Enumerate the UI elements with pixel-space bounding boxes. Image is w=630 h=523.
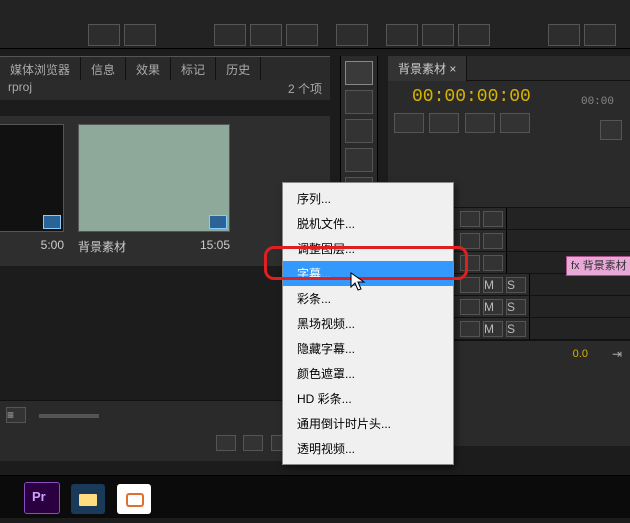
track-toggle[interactable] — [460, 211, 480, 227]
project-item[interactable]: 5:00 — [0, 124, 64, 252]
snap-button[interactable] — [394, 113, 424, 133]
mute-button[interactable]: M — [483, 299, 503, 315]
sequence-buttons — [388, 113, 630, 141]
clip-label: 背景素材 — [78, 240, 126, 254]
marker-button[interactable] — [465, 113, 495, 133]
track-toggle[interactable] — [460, 233, 480, 249]
taskbar-premiere-icon[interactable] — [24, 482, 60, 514]
track-toggle[interactable] — [460, 299, 480, 315]
wrench-icon[interactable] — [600, 120, 622, 140]
new-bin-icon[interactable] — [243, 435, 263, 451]
mute-button[interactable]: M — [483, 321, 503, 337]
taskbar-explorer-icon[interactable] — [71, 484, 105, 514]
zoom-slider[interactable] — [39, 414, 99, 418]
play-button[interactable] — [336, 24, 368, 46]
context-menu-item[interactable]: 脱机文件... — [283, 211, 453, 236]
project-panel-header: rproj 2 个项 — [0, 80, 330, 100]
transport-button[interactable] — [584, 24, 616, 46]
list-view-icon[interactable]: ≡ — [6, 407, 26, 423]
context-menu-item[interactable]: 通用倒计时片头... — [283, 411, 453, 436]
tab-media-browser[interactable]: 媒体浏览器 — [0, 57, 81, 82]
track-eye-icon[interactable] — [483, 211, 503, 227]
project-item[interactable]: 背景素材 15:05 — [78, 124, 230, 255]
top-toolbar — [0, 0, 630, 49]
transport-button[interactable] — [286, 24, 318, 46]
transport-button[interactable] — [548, 24, 580, 46]
context-menu-item[interactable]: 序列... — [283, 186, 453, 211]
clip-duration: 15:05 — [200, 238, 230, 252]
transport-button[interactable] — [88, 24, 120, 46]
sequence-badge-icon — [209, 215, 227, 229]
timeline-scale: 00:00 — [581, 96, 614, 108]
clip-duration: 5:00 — [41, 238, 64, 252]
context-menu-item[interactable]: 调整图层... — [283, 236, 453, 261]
transport-button[interactable] — [124, 24, 156, 46]
timeline-clip[interactable]: fx 背景素材 — [566, 256, 630, 276]
context-menu-item[interactable]: 透明视频... — [283, 436, 453, 461]
track-toggle[interactable] — [460, 255, 480, 271]
context-menu-item[interactable]: HD 彩条... — [283, 386, 453, 411]
project-name: rproj — [8, 80, 32, 94]
transport-button[interactable] — [458, 24, 490, 46]
transport-button[interactable] — [214, 24, 246, 46]
context-menu-item[interactable]: 隐藏字幕... — [283, 336, 453, 361]
context-menu: 序列...脱机文件...调整图层...字幕...彩条...黑场视频...隐藏字幕… — [282, 182, 454, 465]
project-item-count: 2 个项 — [288, 80, 322, 97]
selection-tool-icon[interactable] — [345, 61, 373, 85]
sequence-tab[interactable]: 背景素材 × — [388, 56, 467, 81]
tab-info[interactable]: 信息 — [81, 57, 126, 82]
track-select-tool-icon[interactable] — [345, 90, 373, 114]
sequence-badge-icon — [43, 215, 61, 229]
context-menu-item[interactable]: 字幕... — [283, 261, 453, 286]
tab-effects[interactable]: 效果 — [126, 57, 171, 82]
expand-icon[interactable]: ⇥ — [612, 347, 622, 361]
transport-button[interactable] — [386, 24, 418, 46]
settings-button[interactable] — [500, 113, 530, 133]
solo-button[interactable]: S — [506, 321, 526, 337]
track-eye-icon[interactable] — [483, 255, 503, 271]
linked-selection-button[interactable] — [429, 113, 459, 133]
thumbnail-preview — [0, 124, 64, 232]
mute-button[interactable]: M — [483, 277, 503, 293]
transport-button[interactable] — [250, 24, 282, 46]
taskbar-app-icon[interactable] — [117, 484, 151, 514]
context-menu-item[interactable]: 黑场视频... — [283, 311, 453, 336]
thumbnail-preview — [78, 124, 230, 232]
ripple-tool-icon[interactable] — [345, 119, 373, 143]
panel-tabs: 媒体浏览器 信息 效果 标记 历史 — [0, 56, 330, 82]
timecode-display[interactable]: 00:00:00:0000:00 — [388, 81, 630, 113]
track-toggle[interactable] — [460, 277, 480, 293]
taskbar — [0, 475, 630, 518]
tab-markers[interactable]: 标记 — [171, 57, 216, 82]
project-panel-footer: ≡ — [0, 400, 330, 461]
find-icon[interactable] — [216, 435, 236, 451]
context-menu-item[interactable]: 颜色遮罩... — [283, 361, 453, 386]
context-menu-item[interactable]: 彩条... — [283, 286, 453, 311]
transport-button[interactable] — [422, 24, 454, 46]
solo-button[interactable]: S — [506, 299, 526, 315]
track-eye-icon[interactable] — [483, 233, 503, 249]
rate-stretch-tool-icon[interactable] — [345, 148, 373, 172]
track-toggle[interactable] — [460, 321, 480, 337]
solo-button[interactable]: S — [506, 277, 526, 293]
project-thumbnails: 5:00 背景素材 15:05 — [0, 116, 330, 266]
tab-history[interactable]: 历史 — [216, 57, 261, 82]
